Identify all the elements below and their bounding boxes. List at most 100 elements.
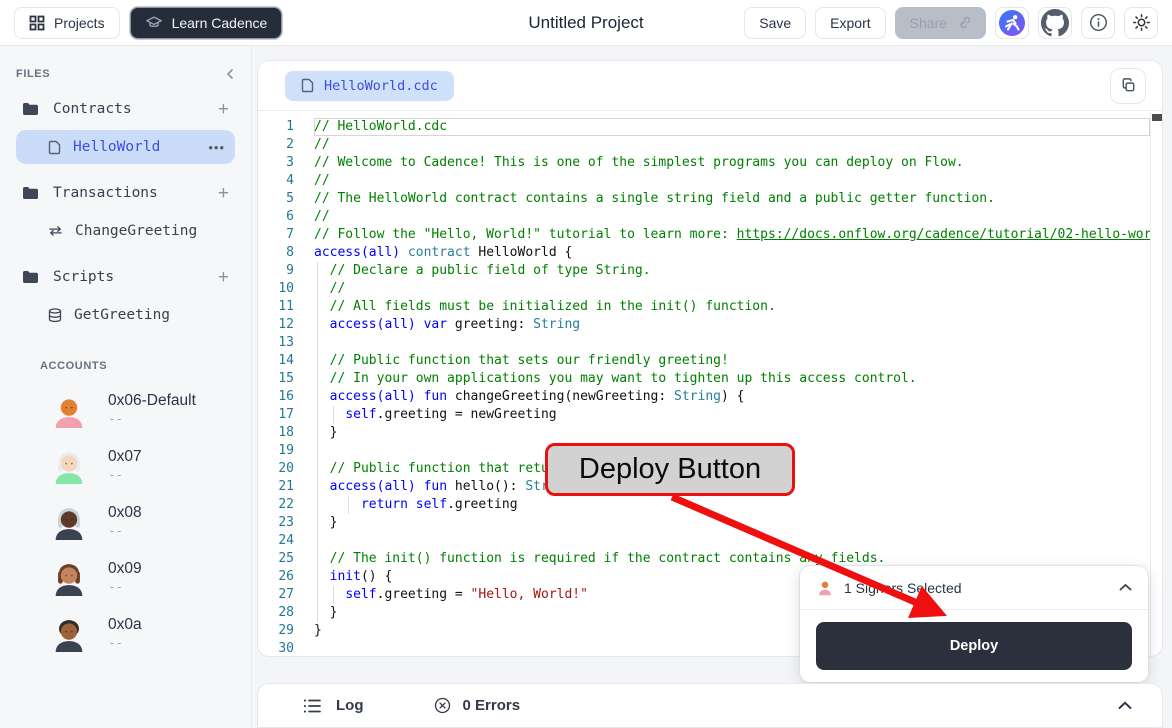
code-line[interactable]: 2//	[258, 136, 1150, 154]
sidebar-item-getgreeting[interactable]: GetGreeting	[16, 298, 235, 332]
log-expand-chevron[interactable]	[1118, 701, 1132, 710]
signers-selected-text: 1 Signers Selected	[844, 580, 962, 596]
line-number: 1	[258, 118, 294, 136]
chevron-up-icon[interactable]	[1119, 583, 1132, 592]
code-link[interactable]: https://docs.onflow.org/cadence/tutorial…	[737, 227, 1150, 242]
account-row[interactable]: 0x06-Default --	[16, 390, 235, 428]
code-line[interactable]: 10 //	[258, 280, 1150, 298]
tab-helloworld-cdc[interactable]: HelloWorld.cdc	[285, 71, 454, 101]
line-number: 17	[258, 406, 294, 424]
code-line[interactable]: 23 }	[258, 514, 1150, 532]
code-line[interactable]: 3// Welcome to Cadence! This is one of t…	[258, 154, 1150, 172]
line-number: 9	[258, 262, 294, 280]
add-contract-button[interactable]: +	[218, 100, 229, 119]
line-number: 21	[258, 478, 294, 496]
code-line[interactable]: 15 // In your own applications you may w…	[258, 370, 1150, 388]
file-menu-button[interactable]: •••	[208, 140, 225, 155]
file-icon	[48, 140, 61, 155]
errors-count: 0 Errors	[463, 697, 521, 714]
copy-code-button[interactable]	[1110, 68, 1146, 104]
share-button[interactable]: Share	[895, 7, 986, 39]
theme-toggle-button[interactable]	[1124, 7, 1158, 39]
save-button[interactable]: Save	[744, 7, 806, 39]
code-line[interactable]: 14 // Public function that sets our frie…	[258, 352, 1150, 370]
line-number: 19	[258, 442, 294, 460]
flow-community-icon	[998, 9, 1026, 37]
avatar	[50, 614, 88, 652]
folder-icon	[22, 186, 39, 200]
sidebar-folder-contracts[interactable]: Contracts +	[16, 94, 235, 124]
flow-community-button[interactable]	[995, 7, 1029, 39]
projects-button[interactable]: Projects	[14, 7, 120, 39]
link-icon	[956, 15, 971, 30]
code-line[interactable]: 16 access(all) fun changeGreeting(newGre…	[258, 388, 1150, 406]
sun-icon	[1132, 13, 1151, 32]
code-line[interactable]: 17 self.greeting = newGreeting	[258, 406, 1150, 424]
account-address: 0x09	[108, 560, 142, 578]
sidebar-folder-transactions[interactable]: Transactions +	[16, 178, 235, 208]
code-line[interactable]: 1// HelloWorld.cdc	[258, 118, 1150, 136]
info-button[interactable]	[1081, 7, 1115, 39]
add-transaction-button[interactable]: +	[218, 184, 229, 203]
account-balance: --	[108, 523, 142, 538]
log-list-icon	[303, 698, 322, 714]
line-number: 14	[258, 352, 294, 370]
line-number: 5	[258, 190, 294, 208]
sidebar-folder-scripts[interactable]: Scripts +	[16, 262, 235, 292]
code-line[interactable]: 4//	[258, 172, 1150, 190]
code-line[interactable]: 9 // Declare a public field of type Stri…	[258, 262, 1150, 280]
files-section-header: FILES	[16, 68, 235, 80]
collapse-sidebar-icon[interactable]	[225, 68, 235, 80]
code-line[interactable]: 7// Follow the "Hello, World!" tutorial …	[258, 226, 1150, 244]
sidebar-item-helloworld[interactable]: HelloWorld •••	[16, 130, 235, 164]
scrollbar-thumb[interactable]	[1152, 114, 1162, 121]
line-number: 28	[258, 604, 294, 622]
line-number: 8	[258, 244, 294, 262]
add-script-button[interactable]: +	[218, 268, 229, 287]
code-line[interactable]: 5// The HelloWorld contract contains a s…	[258, 190, 1150, 208]
account-row[interactable]: 0x07 --	[16, 446, 235, 484]
line-number: 15	[258, 370, 294, 388]
line-number: 24	[258, 532, 294, 550]
line-number: 10	[258, 280, 294, 298]
signer-avatar-icon	[816, 579, 834, 597]
exchange-arrows-icon	[48, 225, 63, 237]
learn-cadence-button[interactable]: Learn Cadence	[130, 7, 283, 39]
code-line[interactable]: 6//	[258, 208, 1150, 226]
line-number: 25	[258, 550, 294, 568]
account-balance: --	[108, 411, 196, 426]
account-balance: --	[108, 635, 142, 650]
export-button[interactable]: Export	[815, 7, 885, 39]
sidebar-item-changegreeting[interactable]: ChangeGreeting	[16, 214, 235, 248]
errors-status: 0 Errors	[434, 697, 521, 714]
line-number: 12	[258, 316, 294, 334]
annotation-deploy-button-callout: Deploy Button	[545, 443, 795, 496]
code-line[interactable]: 11 // All fields must be initialized in …	[258, 298, 1150, 316]
account-address: 0x08	[108, 504, 142, 522]
account-row[interactable]: 0x09 --	[16, 558, 235, 596]
grid-icon	[29, 15, 45, 31]
code-line[interactable]: 8access(all) contract HelloWorld {	[258, 244, 1150, 262]
github-button[interactable]	[1038, 7, 1072, 39]
code-line[interactable]: 18 }	[258, 424, 1150, 442]
avatar	[50, 558, 88, 596]
account-row[interactable]: 0x0a --	[16, 614, 235, 652]
line-number: 26	[258, 568, 294, 586]
code-line[interactable]: 22 return self.greeting	[258, 496, 1150, 514]
file-icon	[301, 78, 314, 93]
avatar	[50, 390, 88, 428]
signers-header[interactable]: 1 Signers Selected	[800, 566, 1148, 610]
info-icon	[1089, 13, 1108, 32]
code-line[interactable]: 12 access(all) var greeting: String	[258, 316, 1150, 334]
line-number: 11	[258, 298, 294, 316]
account-address: 0x0a	[108, 616, 142, 634]
code-line[interactable]: 24	[258, 532, 1150, 550]
sidebar: FILES Contracts + HelloWorld ••• Transac…	[0, 46, 252, 728]
log-bar[interactable]: Log 0 Errors	[257, 683, 1163, 728]
account-row[interactable]: 0x08 --	[16, 502, 235, 540]
code-line[interactable]: 13	[258, 334, 1150, 352]
line-number: 22	[258, 496, 294, 514]
folder-icon	[22, 102, 39, 116]
deploy-button[interactable]: Deploy	[816, 622, 1132, 670]
editor-scrollbar[interactable]	[1150, 112, 1161, 655]
